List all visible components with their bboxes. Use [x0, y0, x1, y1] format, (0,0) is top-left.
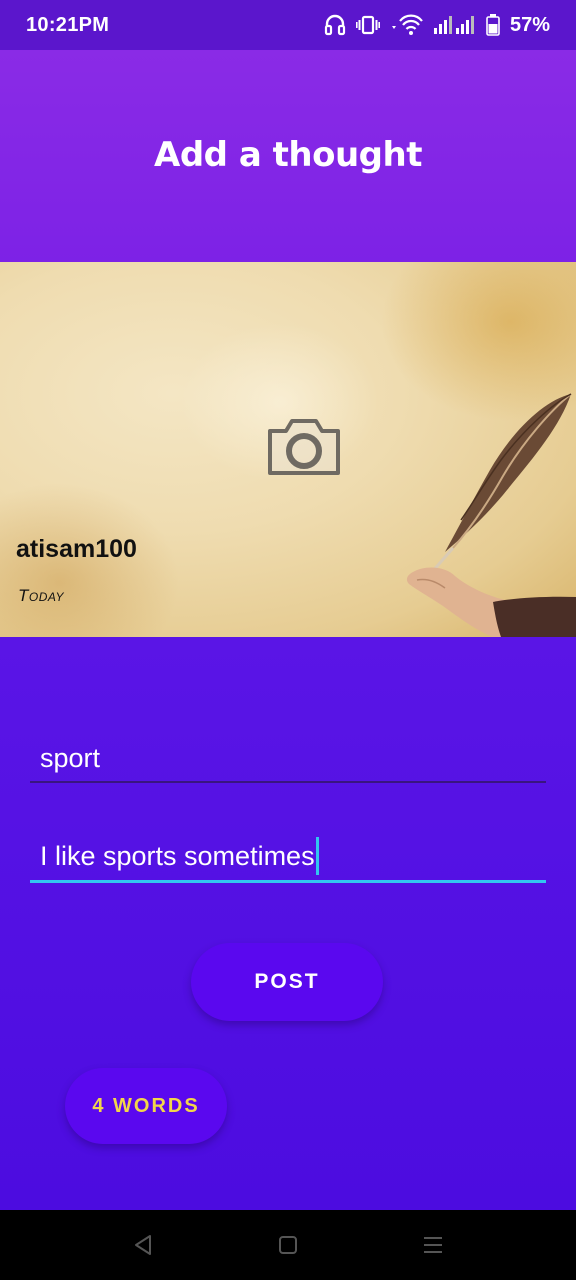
- status-time: 10:21PM: [26, 14, 109, 37]
- battery-icon: [486, 14, 500, 36]
- status-bar: 10:21PM 57%: [0, 0, 576, 50]
- camera-icon[interactable]: [266, 417, 342, 482]
- page-title: Add a thought: [154, 135, 422, 175]
- thought-input[interactable]: I like sports sometimes: [30, 837, 546, 883]
- thought-form: sport I like sports sometimes POST 4 WOR…: [0, 637, 576, 1210]
- thought-input-value: I like sports sometimes: [40, 841, 315, 872]
- signal-icon: [433, 15, 476, 35]
- author-username: atisam100: [16, 535, 137, 563]
- word-count-button[interactable]: 4 WORDS: [65, 1068, 227, 1144]
- post-button[interactable]: POST: [191, 943, 383, 1021]
- title-input[interactable]: sport: [30, 743, 546, 783]
- app-header: Add a thought: [0, 50, 576, 262]
- title-input-value: sport: [40, 743, 101, 773]
- status-icons: 57%: [324, 13, 550, 37]
- text-cursor: [315, 837, 319, 875]
- post-date: Today: [18, 586, 65, 605]
- cover-image[interactable]: atisam100 Today: [0, 262, 576, 637]
- headphones-icon: [324, 13, 346, 37]
- clock-ampm: PM: [78, 13, 110, 36]
- menu-icon[interactable]: [422, 1234, 444, 1256]
- system-nav-bar: [0, 1210, 576, 1280]
- battery-percent: 57%: [509, 13, 550, 36]
- back-icon[interactable]: [132, 1233, 154, 1257]
- clock: 10:21: [26, 13, 79, 36]
- home-icon[interactable]: [277, 1234, 299, 1256]
- quill-illustration: [395, 390, 576, 637]
- wifi-icon: [390, 14, 424, 36]
- vibrate-icon: [355, 15, 380, 35]
